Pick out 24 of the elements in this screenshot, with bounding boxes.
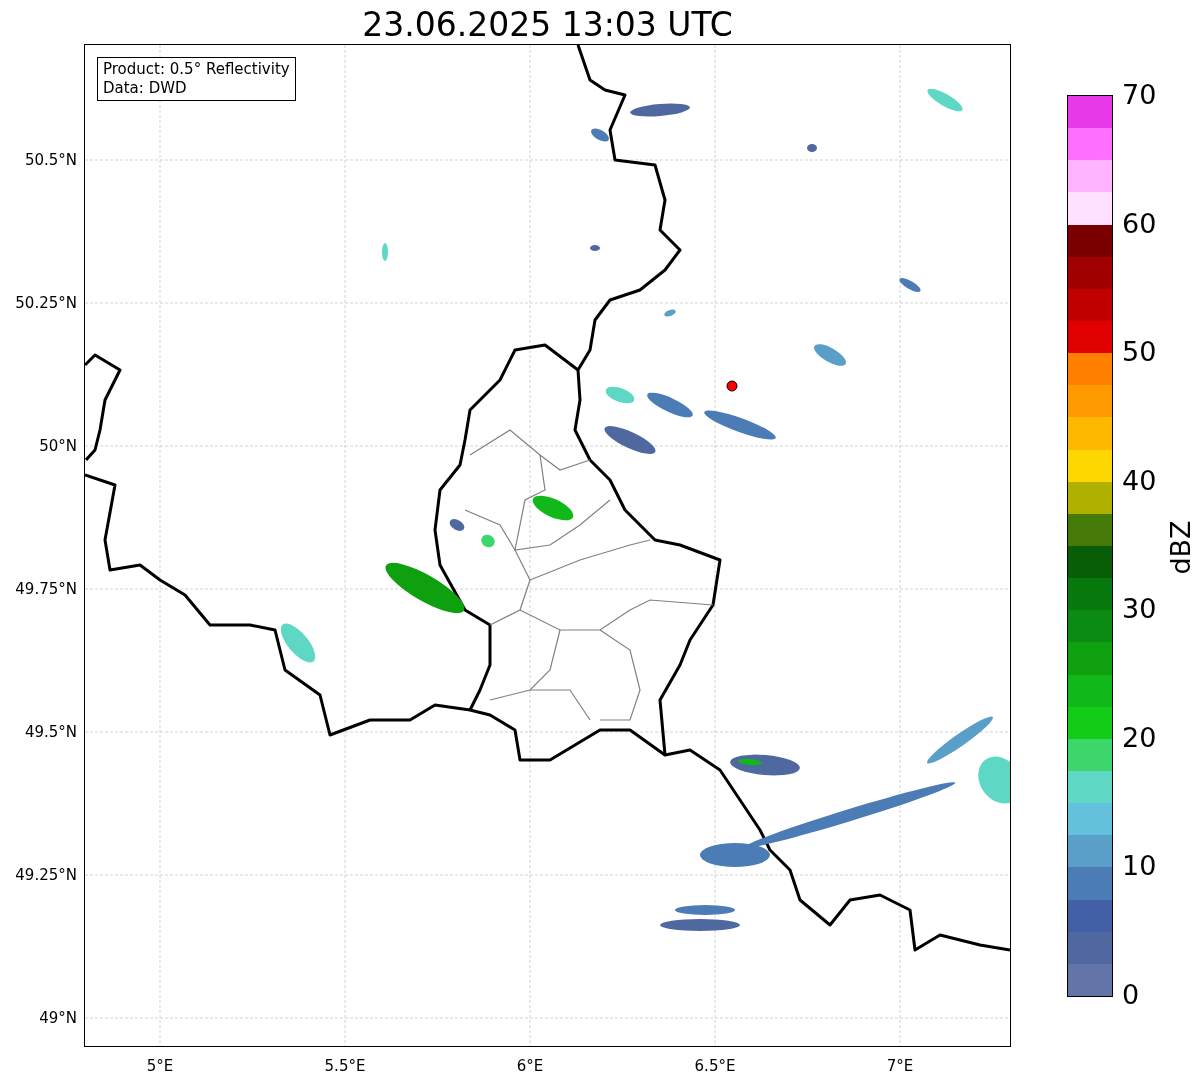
colorbar-tick-label: 20	[1122, 723, 1157, 752]
x-tick-label: 5°E	[146, 1057, 174, 1075]
x-tick-label: 6°E	[516, 1057, 544, 1075]
y-tick-label: 50°N	[39, 438, 77, 454]
colorbar-tick-label: 10	[1122, 852, 1157, 881]
colorbar-label: dBZ	[1164, 520, 1196, 575]
y-tick-label: 50.25°N	[15, 295, 77, 311]
legend-text: Product: 0.5° Reflectivity	[103, 60, 290, 79]
y-tick-label: 49°N	[39, 1010, 77, 1026]
y-tick-label: 50.5°N	[24, 152, 77, 168]
y-tick-label: 49.25°N	[15, 867, 77, 883]
y-tick-label: 49.75°N	[15, 581, 77, 597]
colorbar-tick-label: 60	[1122, 209, 1157, 238]
legend-text: Data: DWD	[103, 79, 188, 98]
y-tick-label: 49.5°N	[24, 724, 77, 740]
x-tick-label: 5.5°E	[324, 1057, 366, 1075]
colorbar-tick-label: 0	[1122, 981, 1140, 1009]
x-tick-label: 6.5°E	[694, 1057, 736, 1075]
chart-title: 23.06.2025 13:03 UTC	[361, 4, 734, 44]
colorbar-tick-label: 40	[1122, 466, 1157, 495]
colorbar-tick-label: 50	[1122, 338, 1157, 367]
colorbar-tick-label: 70	[1122, 81, 1157, 109]
x-tick-label: 7°E	[886, 1057, 914, 1075]
colorbar-tick-label: 30	[1122, 595, 1157, 624]
